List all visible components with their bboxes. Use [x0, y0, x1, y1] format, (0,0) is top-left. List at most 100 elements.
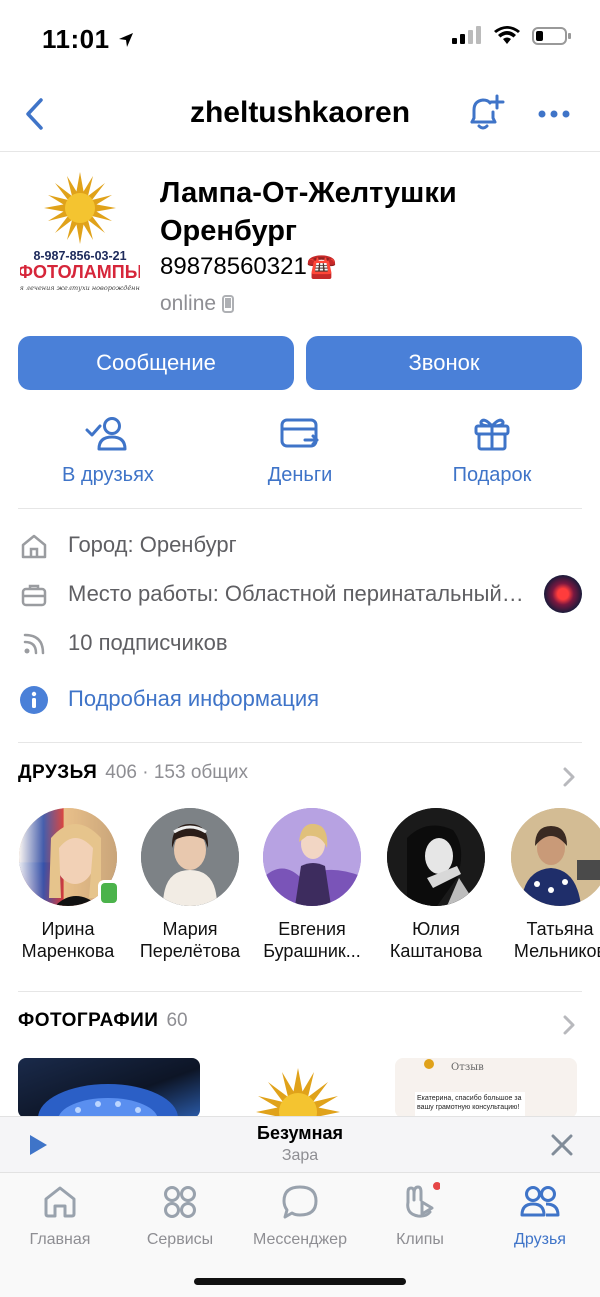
- tab-friends-label: Друзья: [514, 1231, 566, 1248]
- navigation-bar: zheltushkaoren: [0, 76, 600, 152]
- photo-thumbnail[interactable]: [207, 1058, 389, 1118]
- friends-icon: [520, 1186, 560, 1217]
- photos-strip: Отзыв Екатерина, спасибо большое за вашу…: [18, 1058, 600, 1118]
- online-status: online: [160, 292, 235, 316]
- home-icon: [44, 1186, 76, 1218]
- home-outline-icon: [18, 530, 50, 562]
- friend-first-name: Татьяна: [526, 919, 594, 939]
- briefcase-icon: [18, 579, 50, 611]
- location-arrow-icon: [119, 33, 134, 47]
- city-text: Город: Оренбург: [68, 532, 237, 557]
- friends-status-label: В друзьях: [62, 464, 154, 486]
- friend-card[interactable]: Мария Перелётова: [128, 808, 252, 962]
- friend-card[interactable]: Евгения Бурашник...: [250, 808, 374, 962]
- info-more-button[interactable]: Подробная информация: [0, 680, 600, 720]
- money-button[interactable]: Деньги: [200, 408, 400, 487]
- online-status-text: online: [160, 292, 217, 315]
- friends-title: ДРУЗЬЯ: [18, 762, 98, 783]
- call-button[interactable]: Звонок: [306, 336, 582, 390]
- battery-icon: [532, 27, 571, 45]
- chevron-right-icon: [563, 1015, 575, 1035]
- review-text: Екатерина, спасибо большое за вашу грамо…: [417, 1095, 522, 1111]
- friend-avatar[interactable]: [387, 808, 485, 906]
- subscribe-notifications-button[interactable]: [464, 92, 506, 134]
- friends-status-button[interactable]: В друзьях: [8, 408, 208, 487]
- money-label: Деньги: [267, 464, 333, 486]
- profile-avatar[interactable]: 8-987-856-03-21 ФОТОЛАМПЫ для лечения же…: [11, 170, 149, 296]
- messenger-icon: [282, 1185, 318, 1219]
- photo-thumbnail[interactable]: [18, 1058, 200, 1118]
- gift-button[interactable]: Подарок: [392, 408, 592, 487]
- tab-services[interactable]: Сервисы: [120, 1181, 240, 1249]
- mini-player[interactable]: Безумная Зара: [0, 1116, 600, 1172]
- clips-icon: [406, 1182, 440, 1218]
- bell-plus-icon: [470, 94, 505, 130]
- status-bar: 11:01: [0, 0, 600, 76]
- photo-thumbnail[interactable]: Отзыв Екатерина, спасибо большое за вашу…: [395, 1058, 577, 1118]
- friend-avatar[interactable]: [141, 808, 239, 906]
- friend-card[interactable]: Татьяна Мельников: [498, 808, 600, 962]
- work-group-avatar[interactable]: [544, 575, 582, 613]
- more-options-button[interactable]: [534, 94, 574, 134]
- gift-label: Подарок: [452, 464, 532, 486]
- logo-phone: 8-987-856-03-21: [33, 249, 126, 263]
- friend-avatar[interactable]: [263, 808, 361, 906]
- friend-first-name: Евгения: [278, 919, 346, 939]
- friend-last-name: Перелётова: [139, 941, 241, 961]
- friend-first-name: Мария: [162, 919, 218, 939]
- info-subscribers[interactable]: 10 подписчиков: [0, 624, 600, 664]
- sun-logo-icon: [256, 1068, 340, 1118]
- wifi-icon: [494, 26, 520, 44]
- close-icon: [551, 1134, 573, 1156]
- more-dots-icon: [538, 110, 570, 118]
- cellular-signal-icon: [452, 26, 481, 44]
- chevron-right-icon: [563, 767, 575, 787]
- logo-tagline: для лечения желтухи новорождённых: [20, 284, 140, 292]
- services-icon: [164, 1186, 196, 1218]
- profile-actions: В друзьях Деньги Подарок: [0, 408, 600, 508]
- friend-card[interactable]: Ирина Маренкова: [6, 808, 130, 962]
- phone-number: 89878560321: [160, 253, 307, 280]
- clock: 11:01: [42, 24, 110, 54]
- tab-home[interactable]: Главная: [0, 1181, 120, 1249]
- message-button[interactable]: Сообщение: [18, 336, 294, 390]
- page-title: zheltushkaoren: [189, 96, 411, 129]
- profile-phone: 89878560321☎️: [160, 252, 337, 281]
- track-artist: Зара: [281, 1147, 319, 1164]
- friend-last-name: Мельников: [513, 941, 600, 961]
- tab-clips[interactable]: Клипы: [360, 1181, 480, 1249]
- logo-brand: ФОТОЛАМПЫ: [20, 262, 140, 282]
- friend-avatar[interactable]: [511, 808, 600, 906]
- friend-first-name: Юлия: [412, 919, 460, 939]
- home-indicator: [194, 1278, 406, 1285]
- friend-check-icon: [85, 417, 127, 451]
- friend-last-name: Маренкова: [21, 941, 115, 961]
- sun-logo-icon: 8-987-856-03-21 ФОТОЛАМПЫ для лечения же…: [11, 172, 149, 292]
- photos-section-header[interactable]: ФОТОГРАФИИ 60: [18, 1010, 582, 1040]
- subscribers-text: 10 подписчиков: [68, 630, 228, 655]
- rss-icon: [18, 628, 50, 660]
- info-work[interactable]: Место работы: Областной перинатальный це…: [0, 575, 600, 615]
- work-text: Место работы: Областной перинатальный це…: [68, 581, 524, 606]
- photos-count: 60: [166, 1010, 188, 1031]
- tab-messenger[interactable]: Мессенджер: [240, 1181, 360, 1249]
- photos-title: ФОТОГРАФИИ: [18, 1010, 159, 1031]
- tab-messenger-label: Мессенджер: [253, 1231, 347, 1248]
- info-icon: [18, 684, 50, 716]
- friend-last-name: Каштанова: [389, 941, 483, 961]
- status-icons: [452, 26, 572, 46]
- divider: [18, 991, 582, 992]
- friend-card[interactable]: Юлия Каштанова: [374, 808, 498, 962]
- close-player-button[interactable]: [550, 1133, 574, 1162]
- gift-icon: [474, 418, 510, 451]
- money-card-icon: [280, 418, 319, 448]
- online-mobile-badge: [98, 880, 120, 906]
- friends-section-header[interactable]: ДРУЗЬЯ 406 · 153 общих: [18, 762, 582, 792]
- telephone-icon: ☎️: [306, 253, 337, 280]
- friend-first-name: Ирина: [41, 919, 95, 939]
- friends-count: 406 · 153 общих: [105, 762, 249, 783]
- friends-list: Ирина Маренкова Мария Перелётова Евгения…: [0, 808, 600, 968]
- more-info-link[interactable]: Подробная информация: [68, 686, 319, 712]
- tab-friends[interactable]: Друзья: [480, 1181, 600, 1249]
- friend-last-name: Бурашник...: [263, 941, 361, 961]
